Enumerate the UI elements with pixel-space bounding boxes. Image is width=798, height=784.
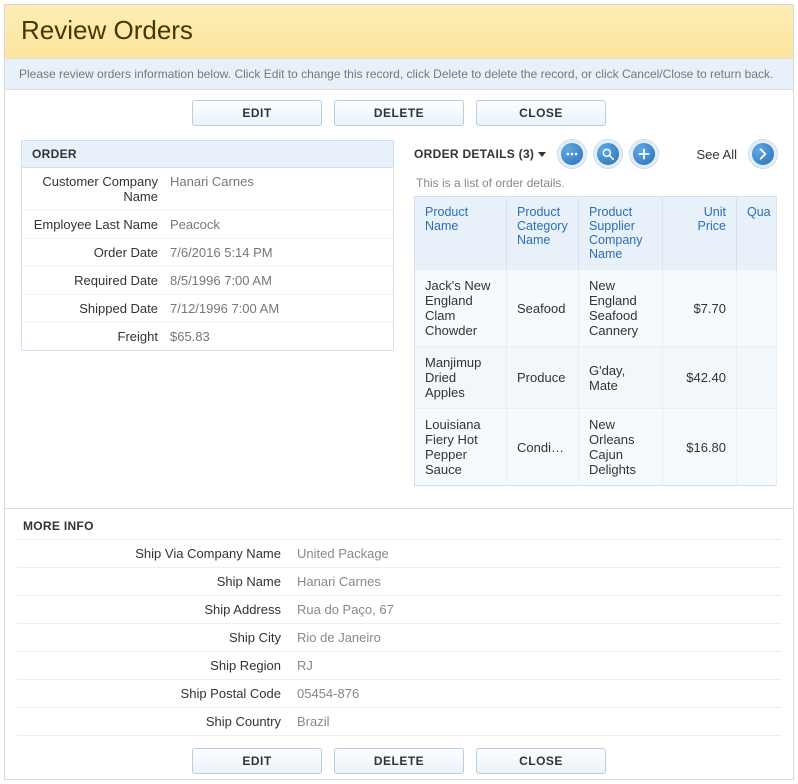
info-value: RJ (297, 658, 313, 673)
form-label: Freight (30, 329, 170, 344)
form-row: Freight $65.83 (22, 323, 393, 350)
plus-icon (637, 147, 651, 161)
table-row[interactable]: Jack's New England Clam Chowder Seafood … (415, 270, 777, 347)
action-bar-bottom: EDIT DELETE CLOSE (5, 736, 793, 780)
info-label: Ship Region (17, 658, 297, 673)
form-label: Shipped Date (30, 301, 170, 316)
cell-supplier: New England Seafood Cannery (579, 270, 663, 347)
form-row: Required Date 8/5/1996 7:00 AM (22, 267, 393, 295)
chevron-down-icon (538, 152, 546, 157)
details-grid: Product Name Product Category Name Produ… (414, 196, 777, 486)
cell-name: Louisiana Fiery Hot Pepper Sauce (415, 409, 507, 486)
info-label: Ship Address (17, 602, 297, 617)
info-value: Rio de Janeiro (297, 630, 381, 645)
form-row: Customer Company Name Hanari Carnes (22, 168, 393, 211)
col-header-price[interactable]: Unit Price (663, 197, 737, 270)
more-actions-button[interactable] (558, 140, 586, 168)
instructions-text: Please review orders information below. … (5, 58, 793, 90)
more-info-title: MORE INFO (5, 509, 793, 539)
close-button[interactable]: CLOSE (476, 100, 606, 126)
action-bar-top: EDIT DELETE CLOSE (5, 90, 793, 140)
cell-qty (737, 409, 777, 486)
form-value: 8/5/1996 7:00 AM (170, 273, 272, 288)
info-row: Ship Country Brazil (17, 707, 781, 736)
form-row: Employee Last Name Peacock (22, 211, 393, 239)
order-panel: ORDER Customer Company Name Hanari Carne… (21, 140, 394, 351)
form-label: Order Date (30, 245, 170, 260)
order-details-column: ORDER DETAILS (3) See All This is (414, 140, 777, 486)
details-subtext: This is a list of order details. (414, 174, 777, 196)
see-all-button[interactable] (749, 140, 777, 168)
cell-supplier: G'day, Mate (579, 347, 663, 409)
info-label: Ship Postal Code (17, 686, 297, 701)
info-value: Hanari Carnes (297, 574, 381, 589)
details-header: ORDER DETAILS (3) See All (414, 140, 777, 174)
info-value: United Package (297, 546, 389, 561)
info-row: Ship City Rio de Janeiro (17, 623, 781, 651)
info-label: Ship Via Company Name (17, 546, 297, 561)
details-title-label: ORDER DETAILS (3) (414, 147, 534, 161)
title-bar: Review Orders (5, 5, 793, 58)
col-header-supplier[interactable]: Product Supplier Company Name (579, 197, 663, 270)
table-row[interactable]: Louisiana Fiery Hot Pepper Sauce Condim.… (415, 409, 777, 486)
cell-qty (737, 270, 777, 347)
cell-category: Condim... (507, 409, 579, 486)
page-container: Review Orders Please review orders infor… (4, 4, 794, 780)
info-value: Brazil (297, 714, 330, 729)
more-info-rows: Ship Via Company Name United Package Shi… (5, 539, 793, 736)
info-row: Ship Via Company Name United Package (17, 539, 781, 567)
form-value: Hanari Carnes (170, 174, 254, 204)
cell-qty (737, 347, 777, 409)
info-label: Ship City (17, 630, 297, 645)
main-columns: ORDER Customer Company Name Hanari Carne… (5, 140, 793, 486)
form-row: Shipped Date 7/12/1996 7:00 AM (22, 295, 393, 323)
cell-name: Jack's New England Clam Chowder (415, 270, 507, 347)
cell-price: $7.70 (663, 270, 737, 347)
cell-price: $16.80 (663, 409, 737, 486)
info-row: Ship Address Rua do Paço, 67 (17, 595, 781, 623)
info-label: Ship Name (17, 574, 297, 589)
col-header-category[interactable]: Product Category Name (507, 197, 579, 270)
form-label: Employee Last Name (30, 217, 170, 232)
cell-category: Produce (507, 347, 579, 409)
close-button-bottom[interactable]: CLOSE (476, 748, 606, 774)
table-row[interactable]: Manjimup Dried Apples Produce G'day, Mat… (415, 347, 777, 409)
info-row: Ship Name Hanari Carnes (17, 567, 781, 595)
page-title: Review Orders (21, 15, 777, 46)
edit-button-bottom[interactable]: EDIT (192, 748, 322, 774)
order-form-rows: Customer Company Name Hanari Carnes Empl… (22, 168, 393, 350)
ellipsis-icon (565, 147, 579, 161)
form-value: 7/6/2016 5:14 PM (170, 245, 273, 260)
cell-supplier: New Orleans Cajun Delights (579, 409, 663, 486)
cell-name: Manjimup Dried Apples (415, 347, 507, 409)
info-row: Ship Region RJ (17, 651, 781, 679)
cell-price: $42.40 (663, 347, 737, 409)
form-value: Peacock (170, 217, 220, 232)
delete-button[interactable]: DELETE (334, 100, 464, 126)
info-label: Ship Country (17, 714, 297, 729)
info-row: Ship Postal Code 05454-876 (17, 679, 781, 707)
search-button[interactable] (594, 140, 622, 168)
order-panel-title: ORDER (22, 141, 393, 168)
col-header-qty[interactable]: Qua (737, 197, 777, 270)
delete-button-bottom[interactable]: DELETE (334, 748, 464, 774)
col-header-name[interactable]: Product Name (415, 197, 507, 270)
see-all-label: See All (697, 147, 737, 162)
form-value: 7/12/1996 7:00 AM (170, 301, 279, 316)
form-row: Order Date 7/6/2016 5:14 PM (22, 239, 393, 267)
edit-button[interactable]: EDIT (192, 100, 322, 126)
add-button[interactable] (630, 140, 658, 168)
details-title-dropdown[interactable]: ORDER DETAILS (3) (414, 147, 546, 161)
form-label: Required Date (30, 273, 170, 288)
cell-category: Seafood (507, 270, 579, 347)
form-value: $65.83 (170, 329, 210, 344)
search-icon (601, 147, 615, 161)
form-label: Customer Company Name (30, 174, 170, 204)
info-value: 05454-876 (297, 686, 359, 701)
info-value: Rua do Paço, 67 (297, 602, 394, 617)
grid-header-row: Product Name Product Category Name Produ… (415, 197, 777, 270)
chevron-right-icon (756, 147, 770, 161)
